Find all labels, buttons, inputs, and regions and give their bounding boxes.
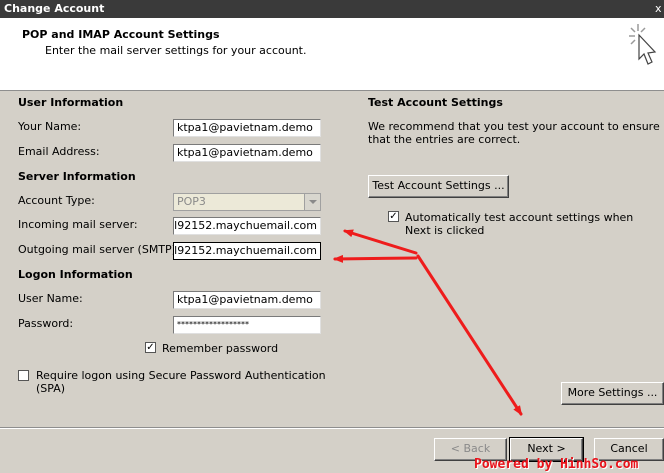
- email-address-label: Email Address:: [18, 145, 100, 158]
- spa-checkbox[interactable]: [18, 370, 29, 381]
- remember-password-label: Remember password: [162, 342, 279, 355]
- window-title: Change Account: [4, 2, 105, 15]
- outgoing-server-value: mail92152.maychuemail.com: [174, 244, 317, 257]
- cursor-icon: [629, 24, 657, 65]
- arrow-to-outgoing: [333, 254, 418, 263]
- logon-info-heading: Logon Information: [18, 268, 133, 281]
- spa-label: Require logon using Secure Password Auth…: [36, 369, 326, 395]
- your-name-field[interactable]: ktpa1@pavietnam.demo: [173, 119, 321, 137]
- footer-divider: [0, 427, 664, 429]
- user-name-label: User Name:: [18, 292, 83, 305]
- outgoing-server-field[interactable]: mail92152.maychuemail.com: [173, 242, 321, 260]
- incoming-server-value: mail92152.maychuemail.com: [174, 219, 317, 232]
- account-type-select: POP3: [173, 193, 321, 211]
- password-label: Password:: [18, 317, 74, 330]
- auto-test-label: Automatically test account settings when…: [405, 211, 634, 237]
- outgoing-server-label: Outgoing mail server (SMTP):: [18, 243, 180, 256]
- chevron-down-icon: [304, 194, 320, 210]
- remember-password-checkbox[interactable]: ✓: [145, 342, 156, 353]
- watermark: Powered by HinhSo.com: [474, 457, 639, 472]
- email-address-field[interactable]: ktpa1@pavietnam.demo: [173, 144, 321, 162]
- your-name-label: Your Name:: [18, 120, 82, 133]
- incoming-server-field[interactable]: mail92152.maychuemail.com: [173, 217, 321, 235]
- password-field[interactable]: ******************: [173, 316, 321, 334]
- test-account-settings-button[interactable]: Test Account Settings ...: [368, 175, 509, 198]
- auto-test-checkbox[interactable]: ✓: [388, 211, 399, 222]
- arrow-to-next: [416, 254, 523, 416]
- more-settings-button[interactable]: More Settings ...: [561, 382, 664, 405]
- user-name-field[interactable]: ktpa1@pavietnam.demo: [173, 291, 321, 309]
- account-type-value: POP3: [177, 195, 206, 208]
- test-settings-heading: Test Account Settings: [368, 96, 503, 109]
- user-info-heading: User Information: [18, 96, 124, 109]
- incoming-server-label: Incoming mail server:: [18, 218, 138, 231]
- test-settings-description: We recommend that you test your account …: [368, 120, 660, 146]
- title-bar: Change Account x: [0, 0, 664, 18]
- dialog-header: POP and IMAP Account Settings Enter the …: [0, 18, 664, 91]
- server-info-heading: Server Information: [18, 170, 136, 183]
- header-title: POP and IMAP Account Settings: [22, 28, 220, 41]
- header-subtitle: Enter the mail server settings for your …: [45, 44, 307, 57]
- account-type-label: Account Type:: [18, 194, 95, 207]
- close-icon[interactable]: x: [655, 0, 662, 18]
